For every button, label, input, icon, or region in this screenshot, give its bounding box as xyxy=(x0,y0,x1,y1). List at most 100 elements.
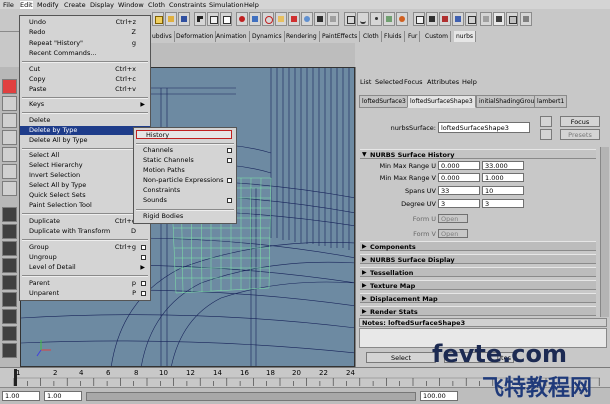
option-box-icon[interactable] xyxy=(227,198,232,203)
menu-help[interactable]: Help xyxy=(244,1,259,9)
section-texture-map[interactable]: ▶ Texture Map xyxy=(360,280,596,290)
shelf-tab-deformation[interactable]: Deformation xyxy=(174,31,217,42)
submenu-item-channels[interactable]: Channels xyxy=(134,146,236,155)
mask-surfaces-icon[interactable] xyxy=(275,12,287,26)
snap-grid-icon[interactable] xyxy=(344,12,356,26)
shelf-tab-custom[interactable]: Custom xyxy=(423,31,451,42)
ae-tab-initial-shading-group[interactable]: initialShadingGroup xyxy=(476,95,542,108)
open-scene-icon[interactable] xyxy=(165,12,177,26)
save-scene-icon[interactable] xyxy=(178,12,190,26)
menu-edit[interactable]: Edit xyxy=(20,1,33,9)
menu-item-unparent[interactable]: Unparent P xyxy=(20,289,150,298)
menu-item-delete[interactable]: Delete xyxy=(20,116,150,125)
mask-rendering-icon[interactable] xyxy=(314,12,326,26)
menu-cloth[interactable]: Cloth xyxy=(148,1,165,9)
submenu-item-history[interactable]: History xyxy=(136,130,232,139)
menu-item-paint-selection-tool[interactable]: Paint Selection Tool xyxy=(20,201,150,210)
mask-dynamics-icon[interactable] xyxy=(301,12,313,26)
section-nurbs-surface-history[interactable]: ▼ NURBS Surface History xyxy=(360,149,596,159)
menu-item-recent-commands[interactable]: Recent Commands... xyxy=(20,49,150,58)
menu-item-repeat[interactable]: Repeat "History" g xyxy=(20,39,150,48)
menu-item-invert-selection[interactable]: Invert Selection xyxy=(20,171,150,180)
ae-menu-attributes[interactable]: Attributes xyxy=(427,78,459,86)
min-range-v-field[interactable]: 0.000 xyxy=(438,173,480,182)
max-range-v-field[interactable]: 1.000 xyxy=(482,173,524,182)
section-tessellation[interactable]: ▶ Tessellation xyxy=(360,267,596,277)
single-view-layout-icon[interactable] xyxy=(2,207,17,222)
section-render-stats[interactable]: ▶ Render Stats xyxy=(360,306,596,316)
snap-point-icon[interactable] xyxy=(370,12,382,26)
select-arrow-icon[interactable] xyxy=(194,12,206,26)
select-tool-icon[interactable] xyxy=(2,79,17,94)
focus-button[interactable]: Focus xyxy=(560,116,600,127)
start-time-field[interactable]: 1.00 xyxy=(2,391,40,401)
shelf-tab-animation[interactable]: Animation xyxy=(214,31,250,42)
section-displacement-map[interactable]: ▶ Displacement Map xyxy=(360,293,596,303)
shelf-tab-painteffects[interactable]: PaintEffects xyxy=(320,31,361,42)
manipulator-tool-icon[interactable] xyxy=(2,164,17,179)
snap-curve-icon[interactable] xyxy=(357,12,369,26)
shelf-tab-fur[interactable]: Fur xyxy=(406,31,421,42)
section-nurbs-surface-display[interactable]: ▶ NURBS Surface Display xyxy=(360,254,596,264)
hypershade-layout-icon[interactable] xyxy=(2,292,17,307)
mask-joints-icon[interactable] xyxy=(249,12,261,26)
min-range-u-field[interactable]: 0.000 xyxy=(438,161,480,170)
menu-window[interactable]: Window xyxy=(118,1,144,9)
menu-item-select-all-by-type[interactable]: Select All by Type▶ xyxy=(20,181,150,190)
ae-scrollbar[interactable] xyxy=(600,147,609,317)
new-scene-icon[interactable] xyxy=(152,12,164,26)
submenu-item-static-channels[interactable]: Static Channels xyxy=(134,156,236,165)
ae-tab-lambert[interactable]: lambert1 xyxy=(534,95,568,108)
move-tool-icon[interactable] xyxy=(2,113,17,128)
select-by-object-icon[interactable] xyxy=(220,12,232,26)
persp-outliner-layout-icon[interactable] xyxy=(2,258,17,273)
shelf-tab-rendering[interactable]: Rendering xyxy=(284,31,320,42)
spans-u-field[interactable]: 33 xyxy=(438,186,480,195)
ipr-render-icon[interactable] xyxy=(452,12,464,26)
mask-handles-icon[interactable] xyxy=(236,12,248,26)
render-globals-icon[interactable] xyxy=(465,12,477,26)
menu-item-delete-by-type[interactable]: Delete by Type▶ xyxy=(20,126,150,135)
menu-item-delete-all-by-type[interactable]: Delete All by Type▶ xyxy=(20,136,150,145)
submenu-item-rigid-bodies[interactable]: Rigid Bodies xyxy=(134,212,236,221)
menu-item-select-all[interactable]: Select All xyxy=(20,151,150,160)
outliner-layout-icon[interactable] xyxy=(2,326,17,341)
node-name-field[interactable]: loftedSurfaceShape3 xyxy=(438,122,530,133)
mask-curves-icon[interactable] xyxy=(262,12,274,26)
menu-item-duplicate[interactable]: Duplicate Ctrl+d xyxy=(20,217,150,226)
option-box-icon[interactable] xyxy=(227,178,232,183)
mask-misc-icon[interactable] xyxy=(327,12,339,26)
spans-v-field[interactable]: 10 xyxy=(482,186,524,195)
ae-menu-help[interactable]: Help xyxy=(462,78,477,86)
range-slider-bar[interactable] xyxy=(86,392,416,401)
layer-editor-icon[interactable] xyxy=(520,12,532,26)
attribute-editor-toggle-icon[interactable] xyxy=(493,12,505,26)
presets-button[interactable]: Presets xyxy=(560,129,600,140)
option-box-icon[interactable] xyxy=(141,281,146,286)
ae-menu-focus[interactable]: Focus xyxy=(404,78,423,86)
menu-item-quick-select-sets[interactable]: Quick Select Sets▶ xyxy=(20,191,150,200)
tool-settings-icon[interactable] xyxy=(506,12,518,26)
ae-tab-lofted-surface-shape[interactable]: loftedSurfaceShape3 xyxy=(407,95,476,108)
hypergraph-layout-icon[interactable] xyxy=(2,343,17,358)
input-output-icon[interactable] xyxy=(413,12,425,26)
option-box-icon[interactable] xyxy=(141,255,146,260)
menu-item-parent[interactable]: Parent p xyxy=(20,279,150,288)
make-live-icon[interactable] xyxy=(396,12,408,26)
copy-tab-icon[interactable] xyxy=(540,129,552,140)
submenu-item-sounds[interactable]: Sounds xyxy=(134,196,236,205)
last-tool-icon[interactable] xyxy=(2,181,17,196)
menu-create[interactable]: Create xyxy=(64,1,86,9)
menu-item-copy[interactable]: Copy Ctrl+c xyxy=(20,75,150,84)
submenu-item-motion-paths[interactable]: Motion Paths xyxy=(134,166,236,175)
shelf-tab-nurbs[interactable]: nurbs xyxy=(454,31,477,42)
menu-item-duplicate-with-transform[interactable]: Duplicate with Transform D xyxy=(20,227,150,236)
max-range-u-field[interactable]: 33.000 xyxy=(482,161,524,170)
submenu-item-non-particle-expressions[interactable]: Non-particle Expressions xyxy=(134,176,236,185)
channel-box-icon[interactable] xyxy=(480,12,492,26)
menu-simulation[interactable]: Simulation xyxy=(209,1,244,9)
form-u-dropdown[interactable]: Open xyxy=(438,214,468,223)
persp-graph-layout-icon[interactable] xyxy=(2,275,17,290)
shelf-tab-dynamics[interactable]: Dynamics xyxy=(250,31,285,42)
degree-u-field[interactable]: 3 xyxy=(438,199,480,208)
